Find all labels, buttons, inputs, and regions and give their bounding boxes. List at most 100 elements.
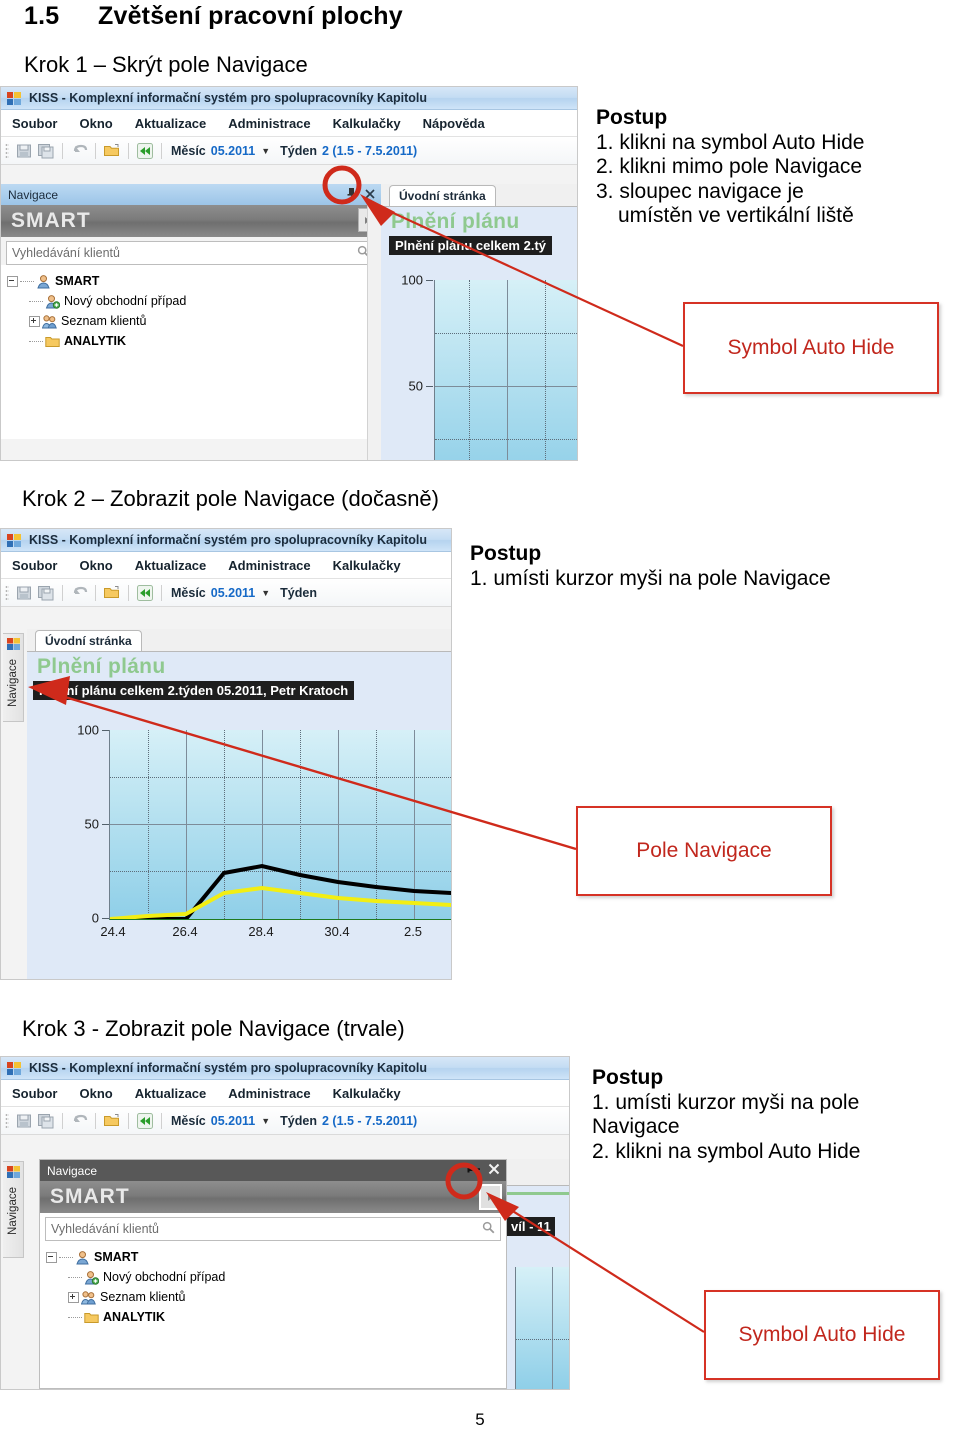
tree-item-label: Nový obchodní případ — [103, 1270, 226, 1284]
toolbar-separator — [161, 584, 162, 601]
close-icon[interactable] — [365, 188, 375, 202]
chevron-right-icon — [488, 1193, 493, 1201]
menu-item-administrace[interactable]: Administrace — [217, 116, 321, 131]
chevron-down-icon[interactable]: ▼ — [261, 1116, 270, 1126]
save-icon[interactable] — [15, 142, 33, 160]
nav-scrollbar[interactable] — [367, 205, 381, 460]
menu-item-aktualizace[interactable]: Aktualizace — [124, 1086, 218, 1101]
collapsed-navigation-tab[interactable]: Navigace — [3, 633, 24, 722]
menu-item-okno[interactable]: Okno — [69, 1086, 124, 1101]
chart-ytick-mark — [102, 824, 109, 825]
screenshot-step-2: KISS - Komplexní informační systém pro s… — [0, 528, 452, 980]
tab-uvodni-stranka[interactable]: Úvodní stránka — [389, 185, 496, 206]
open-folder-icon[interactable] — [103, 1112, 121, 1130]
week-value[interactable]: 2 (1.5 - 7.5.2011) — [322, 144, 417, 158]
pin-icon[interactable] — [346, 187, 357, 202]
menu-item-kalkulacky[interactable]: Kalkulačky — [322, 558, 412, 573]
tab-uvodni-stranka[interactable]: Úvodní stránka — [35, 630, 142, 651]
month-label: Měsíc — [171, 143, 206, 158]
expand-toggle-icon[interactable] — [29, 315, 40, 327]
tree-item-novy-obchodni-pripad[interactable]: Nový obchodní případ — [7, 291, 381, 311]
menu-item-aktualizace[interactable]: Aktualizace — [124, 116, 218, 131]
step-2-title: Krok 2 – Zobrazit pole Navigace (dočasně… — [22, 486, 439, 511]
toolbar-grip[interactable] — [5, 585, 9, 600]
month-value[interactable]: 05.2011 — [211, 144, 256, 158]
close-icon[interactable] — [488, 1163, 500, 1178]
menu-item-aktualizace[interactable]: Aktualizace — [124, 558, 218, 573]
tree-item-analytik[interactable]: ANALYTIK — [46, 1307, 506, 1327]
save-icon[interactable] — [15, 1112, 33, 1130]
pin-icon[interactable] — [467, 1163, 480, 1178]
menu-item-soubor[interactable]: Soubor — [1, 1086, 69, 1101]
tree-item-analytik[interactable]: ANALYTIK — [7, 331, 381, 351]
user-add-icon — [45, 294, 61, 309]
save-all-icon[interactable] — [37, 1112, 55, 1130]
work-area: Plnění plánu Plnění plánu celkem 2.týden… — [27, 652, 451, 979]
app-icon — [7, 533, 21, 547]
menu-item-kalkulacky[interactable]: Kalkulačky — [322, 116, 412, 131]
toolbar-separator — [62, 142, 63, 159]
menu-item-administrace[interactable]: Administrace — [217, 558, 321, 573]
collapsed-navigation-tab[interactable]: Navigace — [3, 1161, 24, 1258]
tree-item-seznam-klientu[interactable]: Seznam klientů — [7, 311, 381, 331]
page-title: 1.5 Zvětšení pracovní plochy — [24, 2, 403, 31]
search-icon[interactable] — [482, 1221, 495, 1237]
navigation-panel: Navigace SMART Vyhledávání klientů SMART… — [1, 184, 381, 460]
menu-item-kalkulacky[interactable]: Kalkulačky — [322, 1086, 412, 1101]
app-window-title: KISS - Komplexní informační systém pro s… — [29, 1061, 427, 1075]
refresh-icon[interactable] — [136, 1112, 154, 1130]
undo-icon[interactable] — [70, 584, 88, 602]
chart-ytick-mark — [426, 280, 433, 281]
tree-item-seznam-klientu[interactable]: Seznam klientů — [46, 1287, 506, 1307]
menu-item-soubor[interactable]: Soubor — [1, 116, 69, 131]
toolbar-separator — [128, 142, 129, 159]
callout-symbol-auto-hide-1: Symbol Auto Hide — [683, 302, 939, 394]
save-icon[interactable] — [15, 584, 33, 602]
chart-plot-area — [434, 280, 577, 460]
workspace: Úvodní stránka Plnění plánu Plnění plánu… — [27, 629, 451, 979]
save-all-icon[interactable] — [37, 584, 55, 602]
tree-item-novy-obchodni-pripad[interactable]: Nový obchodní případ — [46, 1267, 506, 1287]
app-titlebar: KISS - Komplexní informační systém pro s… — [1, 87, 577, 110]
chart-plnen-planu: 100 50 — [381, 273, 577, 460]
chart-ytick-mark — [102, 730, 109, 731]
month-value[interactable]: 05.2011 — [211, 586, 256, 600]
tree-connector — [59, 1256, 73, 1258]
month-value[interactable]: 05.2011 — [211, 1114, 256, 1128]
tree-item-smart[interactable]: SMART — [7, 271, 381, 291]
tree-item-smart[interactable]: SMART — [46, 1247, 506, 1267]
menu-item-okno[interactable]: Okno — [69, 558, 124, 573]
expand-toggle-icon[interactable] — [68, 1291, 79, 1303]
save-all-icon[interactable] — [37, 142, 55, 160]
folder-icon — [84, 1310, 99, 1325]
procedure-step-1: Postup 1. klikni na symbol Auto Hide 2. … — [596, 106, 864, 229]
toolbar-separator — [95, 1112, 96, 1129]
refresh-icon[interactable] — [136, 584, 154, 602]
tree-item-label: ANALYTIK — [103, 1310, 166, 1324]
week-value[interactable]: 2 (1.5 - 7.5.2011) — [322, 1114, 417, 1128]
chevron-down-icon[interactable]: ▼ — [261, 146, 270, 156]
toolbar-grip[interactable] — [5, 143, 9, 158]
chart-xtick-label: 28.4 — [248, 924, 274, 939]
open-folder-icon[interactable] — [103, 142, 121, 160]
chart-caption: Plnění plánu celkem 2.tý — [389, 236, 552, 255]
yellow-line-series — [110, 885, 451, 919]
open-folder-icon[interactable] — [103, 584, 121, 602]
search-placeholder: Vyhledávání klientů — [51, 1222, 159, 1236]
search-input[interactable]: Vyhledávání klientů — [45, 1217, 501, 1241]
expand-panel-button[interactable] — [479, 1184, 502, 1210]
chevron-down-icon[interactable]: ▼ — [261, 588, 270, 598]
collapse-toggle-icon[interactable] — [46, 1251, 57, 1263]
menu-item-administrace[interactable]: Administrace — [217, 1086, 321, 1101]
chart-gridline — [435, 439, 577, 441]
collapse-toggle-icon[interactable] — [7, 275, 18, 287]
menu-item-okno[interactable]: Okno — [69, 116, 124, 131]
undo-icon[interactable] — [70, 1112, 88, 1130]
refresh-icon[interactable] — [136, 142, 154, 160]
undo-icon[interactable] — [70, 142, 88, 160]
search-input[interactable]: Vyhledávání klientů — [6, 241, 376, 265]
toolbar-grip[interactable] — [5, 1113, 9, 1128]
menu-item-soubor[interactable]: Soubor — [1, 558, 69, 573]
app-toolbar: Měsíc 05.2011 ▼ Týden 2 (1.5 - 7.5.2011) — [1, 137, 577, 165]
menu-item-napoveda[interactable]: Nápověda — [412, 116, 496, 131]
